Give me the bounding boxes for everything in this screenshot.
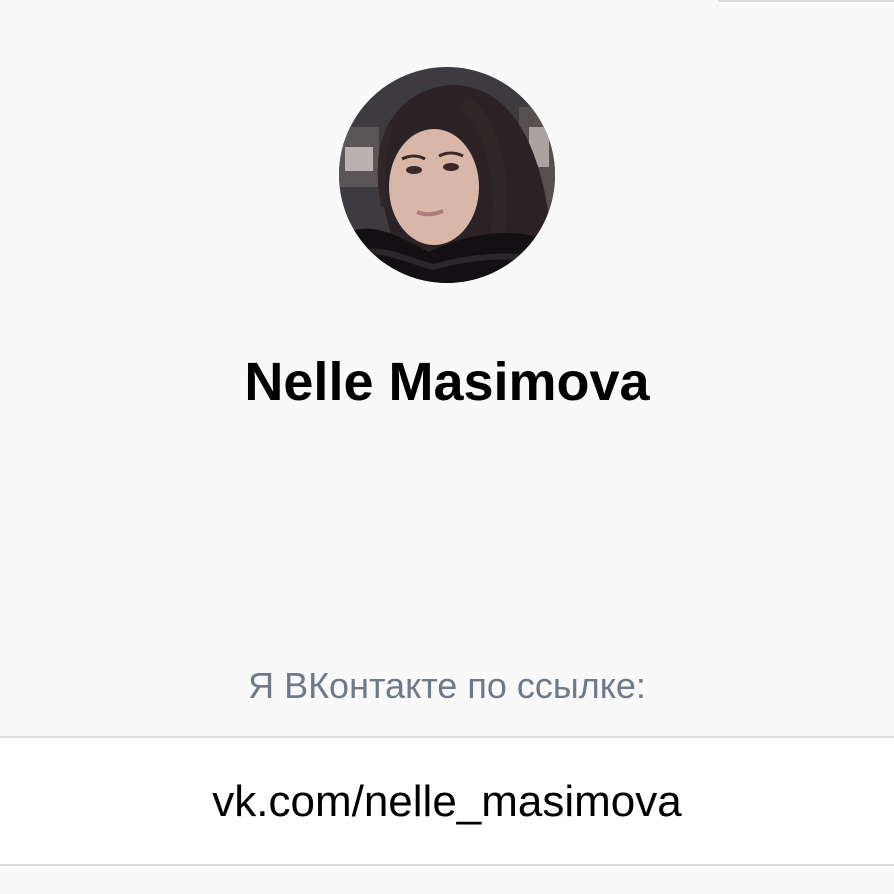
avatar xyxy=(339,67,555,283)
divider-bottom xyxy=(0,864,894,866)
share-caption: Я ВКонтакте по ссылке: xyxy=(248,665,646,706)
profile-photo-icon xyxy=(339,67,555,283)
profile-link[interactable]: vk.com/nelle_masimova xyxy=(0,772,894,832)
top-divider xyxy=(718,0,894,2)
profile-name: Nelle Masimova xyxy=(244,352,650,412)
